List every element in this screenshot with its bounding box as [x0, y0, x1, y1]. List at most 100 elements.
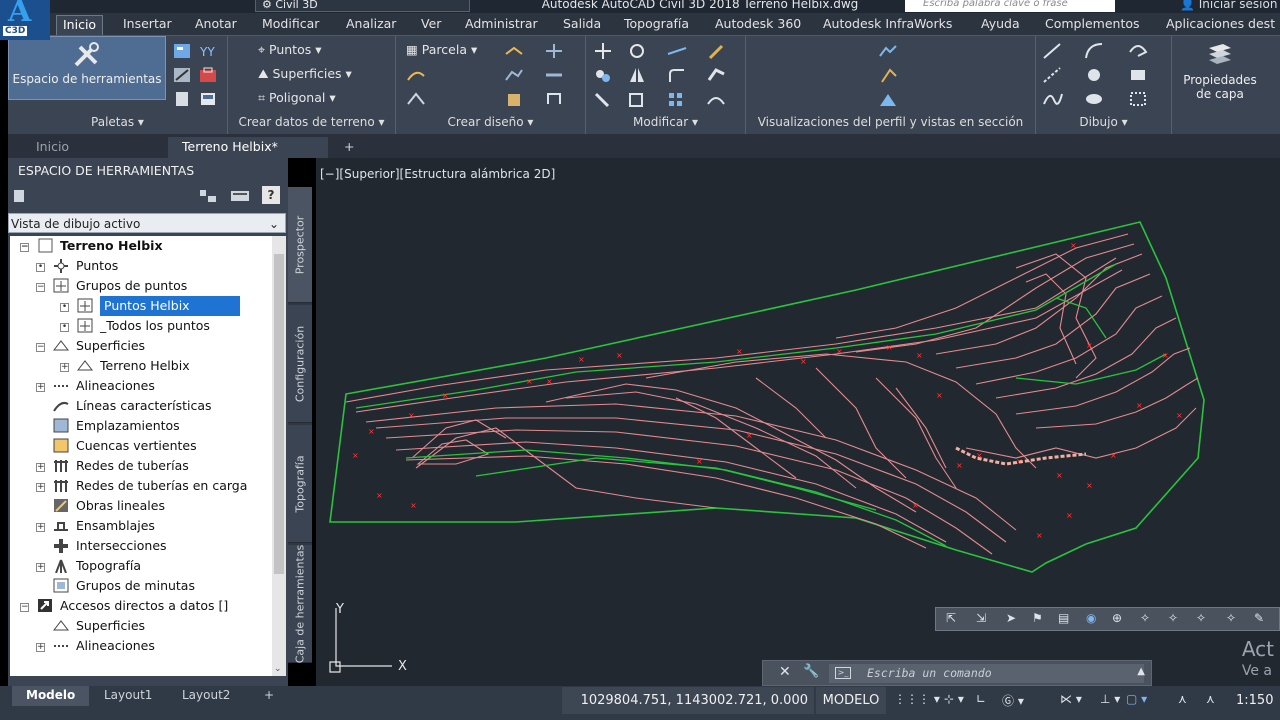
object-snap-icon[interactable]: ⋉ ▾ — [1060, 692, 1082, 706]
panel-title-perfil[interactable]: Visualizaciones del perfil y vistas en s… — [746, 115, 1035, 129]
panel-title-dibujo[interactable]: Dibujo ▾ — [1036, 115, 1171, 129]
tree-node-intersecciones[interactable]: Intersecciones — [36, 536, 167, 556]
lineweight-icon[interactable]: ⊥ ▾ — [1100, 692, 1120, 706]
polar-icon[interactable]: ✧ — [1226, 611, 1236, 625]
tab-administrar[interactable]: Administrar — [459, 15, 544, 35]
feature-line-icon[interactable] — [504, 42, 526, 60]
layer-manager-icon[interactable] — [198, 90, 220, 108]
tab-aplicaciones[interactable]: Aplicaciones dest — [1160, 15, 1280, 35]
snap-icon[interactable]: ✧ — [1140, 611, 1150, 625]
annotation-scale[interactable]: 1:150 — [1236, 687, 1273, 714]
toolspace-tree-icon[interactable] — [198, 188, 218, 204]
rotate-icon[interactable] — [626, 42, 648, 60]
globe-icon[interactable]: ◉ — [1086, 611, 1096, 625]
copy-icon[interactable] — [592, 66, 614, 84]
new-tab-button[interactable]: + — [330, 137, 368, 158]
grading-icon[interactable] — [544, 42, 566, 60]
superficies-button[interactable]: ⛰ Superficies ▾ — [258, 64, 352, 84]
puntos-button[interactable]: ⌖ Puntos ▾ — [258, 40, 322, 60]
stretch-icon[interactable] — [592, 90, 614, 108]
region-icon[interactable] — [1128, 90, 1150, 108]
arc-icon[interactable] — [1084, 42, 1106, 60]
help-icon[interactable]: ? — [262, 186, 280, 204]
annotation-visibility-icon[interactable]: ⋏ — [1178, 692, 1187, 706]
explode-icon[interactable] — [706, 66, 728, 84]
flag-icon[interactable]: ⚑ — [1032, 611, 1043, 625]
tree-node-minutas[interactable]: Grupos de minutas — [36, 576, 195, 596]
sheet-set-icon[interactable] — [172, 90, 194, 108]
tree-node-accesos-alineaciones[interactable]: + Alineaciones — [36, 636, 155, 656]
toolspace-settings-icon[interactable] — [12, 188, 26, 204]
ortho-icon[interactable]: ✧ — [1196, 611, 1206, 625]
tree-node-topografia[interactable]: + Topografía — [36, 556, 141, 576]
mirror-icon[interactable] — [626, 66, 648, 84]
panel-title-crear-diseno[interactable]: Crear diseño ▾ — [396, 115, 585, 129]
corridor-icon[interactable] — [406, 90, 428, 108]
tree-node-emplazamientos[interactable]: Emplazamientos — [36, 416, 180, 436]
add-layout-button[interactable]: + — [250, 686, 288, 706]
toolspace-button[interactable]: Espacio de herramientas — [8, 36, 166, 100]
design-center-icon[interactable]: YY — [198, 42, 220, 60]
toolspace-list-icon[interactable] — [230, 188, 250, 204]
profile-icon[interactable] — [504, 66, 526, 84]
pan-icon[interactable]: ⇲ — [976, 611, 986, 625]
poligonal-button[interactable]: ⌗ Poligonal ▾ — [258, 88, 336, 108]
tree-node-puntos[interactable]: • Puntos — [36, 256, 118, 276]
tree-node-cuencas[interactable]: Cuencas vertientes — [36, 436, 197, 456]
tab-autodesk-360[interactable]: Autodesk 360 — [709, 15, 807, 35]
tab-layout2[interactable]: Layout2 — [168, 686, 244, 706]
properties-icon[interactable] — [172, 42, 194, 60]
tree-scrollbar[interactable]: ⌄ — [272, 236, 286, 676]
move-icon[interactable] — [592, 42, 614, 60]
tab-anotar[interactable]: Anotar — [189, 15, 243, 35]
tree-node-surface-terreno[interactable]: + Terreno Helbix — [60, 356, 190, 376]
trim-icon[interactable] — [666, 42, 688, 60]
tree-node-lineas[interactable]: Líneas características — [36, 396, 212, 416]
tab-ayuda[interactable]: Ayuda — [975, 15, 1026, 35]
workspace-selector[interactable]: ⚙ Civil 3D — [255, 0, 470, 12]
tree-node-redes-tuberias[interactable]: + Redes de tuberías — [36, 456, 189, 476]
auto-scale-icon[interactable]: ⋏ — [1206, 692, 1215, 706]
polar-tracking-icon[interactable]: Ⓖ ▾ — [1002, 692, 1024, 709]
pipe-network-icon[interactable] — [544, 66, 566, 84]
tab-analizar[interactable]: Analizar — [340, 15, 402, 35]
fillet-icon[interactable] — [666, 66, 688, 84]
polyline-icon[interactable] — [1128, 42, 1150, 60]
wrench-icon[interactable]: 🔧 — [803, 664, 819, 679]
draw-order-icon[interactable] — [706, 42, 728, 60]
tree-node-redes-carga[interactable]: + Redes de tuberías en carga — [36, 476, 247, 496]
selection-cycling-icon[interactable]: ▢ ▾ — [1126, 692, 1147, 706]
panel-title-crear-datos[interactable]: Crear datos de terreno ▾ — [228, 115, 395, 129]
tree-node-obras-lineales[interactable]: Obras lineales — [36, 496, 165, 516]
array-icon[interactable] — [666, 90, 688, 108]
signin-button[interactable]: 👤 Iniciar sesión — [1180, 0, 1277, 11]
sample-lines-icon[interactable] — [878, 66, 900, 84]
search-input[interactable]: Escriba palabra clave o frase — [905, 0, 1115, 12]
intersection-icon[interactable] — [504, 90, 526, 108]
section-view-icon[interactable] — [878, 90, 900, 108]
panel-title-paletas[interactable]: Paletas ▾ — [8, 115, 227, 129]
spline-icon[interactable] — [1042, 90, 1064, 108]
grid-display-icon[interactable]: ⋮⋮⋮ ▾ — [894, 692, 940, 706]
tree-node-alineaciones[interactable]: + Alineaciones — [36, 376, 155, 396]
panel-title-modificar[interactable]: Modificar ▾ — [586, 115, 745, 129]
tree-node-puntos-helbix[interactable]: • Puntos Helbix — [60, 296, 240, 316]
toolbox-icon[interactable] — [198, 66, 220, 84]
offset-icon[interactable] — [706, 90, 728, 108]
assembly-icon[interactable] — [544, 90, 566, 108]
tab-inicio[interactable]: Inicio — [56, 15, 104, 35]
tree-node-accesos-superficies[interactable]: Superficies — [36, 616, 145, 636]
tab-modelo[interactable]: Modelo — [12, 686, 90, 706]
tab-insertar[interactable]: Insertar — [117, 15, 178, 35]
command-input[interactable]: Escriba un comando — [829, 664, 1144, 683]
tree-node-grupos-puntos[interactable]: − Grupos de puntos — [36, 276, 187, 296]
scroll-down-icon[interactable]: ⌄ — [274, 664, 282, 674]
document-icon[interactable]: ▤ — [1058, 611, 1069, 625]
tab-layout1[interactable]: Layout1 — [90, 686, 166, 706]
tree-scrollbar-thumb[interactable] — [274, 254, 284, 574]
profile-view-icon[interactable] — [878, 42, 900, 60]
history-arrow-icon[interactable]: ▲ — [1137, 666, 1145, 677]
coordinates-display[interactable]: 1029804.751, 1143002.721, 0.000 — [562, 687, 814, 714]
edit-icon[interactable]: ✎ — [1254, 611, 1264, 625]
doc-tab-inicio[interactable]: Inicio — [22, 137, 83, 158]
